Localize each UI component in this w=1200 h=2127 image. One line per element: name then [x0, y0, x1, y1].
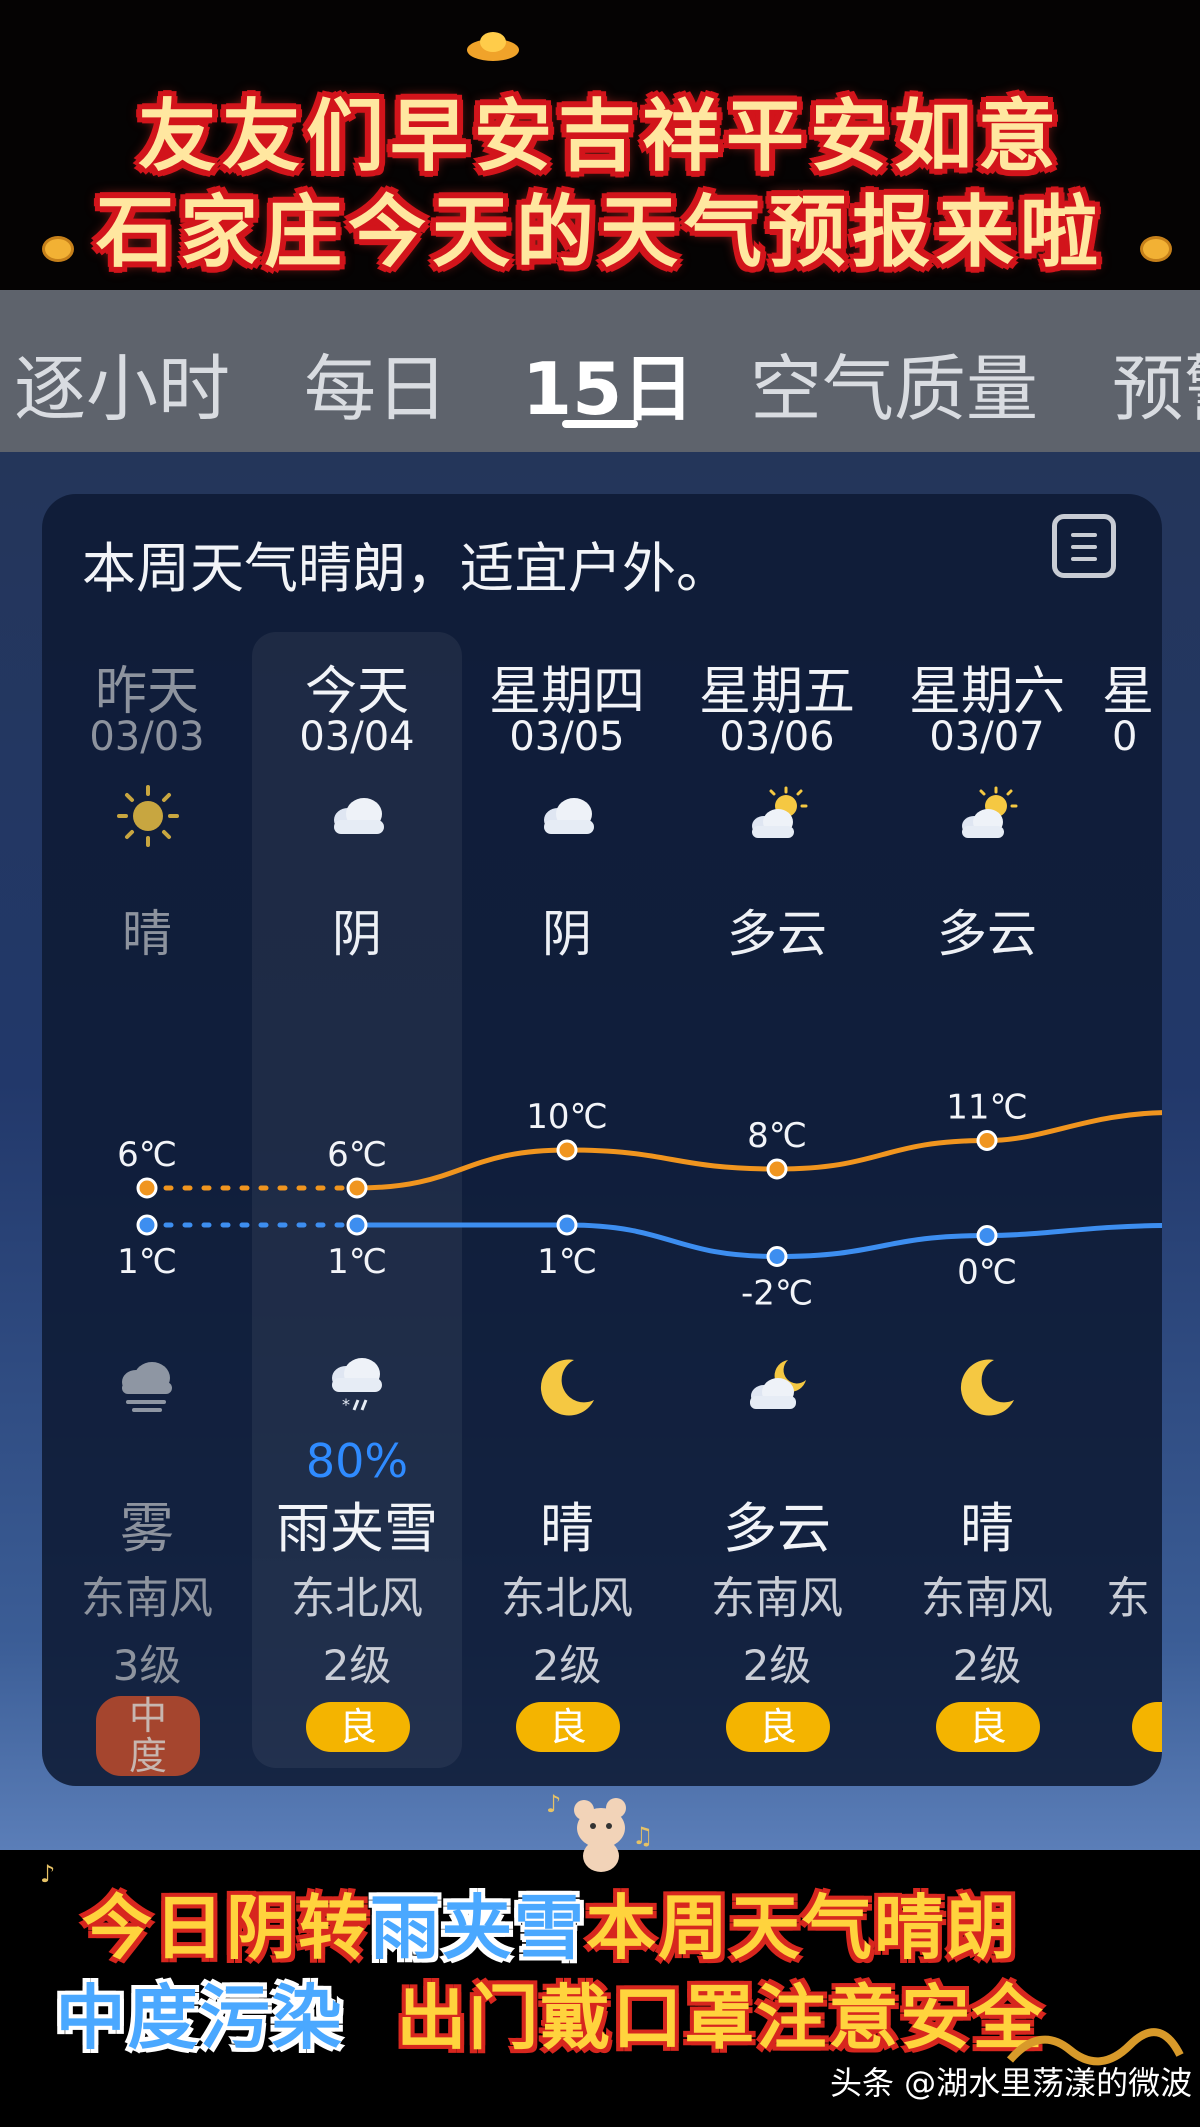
active-tab-indicator	[562, 420, 638, 428]
high-temp-label: 6℃	[327, 1135, 387, 1175]
caption-sleet: 雨夹雪	[370, 1887, 586, 1969]
high-temp-point	[136, 1177, 158, 1199]
banner-forecast-title: 石家庄今天的天气预报来啦	[95, 188, 1104, 278]
high-temp-point	[976, 1130, 998, 1151]
coin-icon	[42, 236, 74, 262]
low-temp-point	[556, 1214, 578, 1236]
forecast-tabs: 逐小时 每日 15日 空气质量 预警	[0, 290, 1200, 452]
high-temp-point	[346, 1177, 368, 1199]
low-temp-label: 1℃	[327, 1242, 387, 1282]
tab-daily[interactable]: 每日	[304, 330, 448, 435]
tab-hourly[interactable]: 逐小时	[14, 330, 230, 435]
tab-alerts[interactable]: 预警	[1112, 330, 1200, 435]
high-temp-label: 10℃	[526, 1097, 607, 1137]
gold-ingot-icon	[467, 32, 519, 61]
tab-air-quality[interactable]: 空气质量	[750, 330, 1038, 435]
coin-icon	[1140, 236, 1172, 262]
caption-mask-advice: 出门戴口罩注意安全	[396, 1977, 1045, 2059]
high-temp-point	[766, 1158, 788, 1180]
bottom-caption-line1: 今日阴转雨夹雪本周天气晴朗	[0, 1872, 1100, 1973]
top-banner: 友友们早安吉祥平安如意 石家庄今天的天气预报来啦	[0, 0, 1200, 290]
bear-sticker-icon	[574, 1798, 626, 1872]
high-temp-label: 6℃	[117, 1135, 177, 1175]
forecast-card: 本周天气晴朗，适宜户外。 昨天 03/03 晴 雾 东南风 3级 中度 今天 0…	[42, 494, 1162, 1786]
low-temp-line	[356, 1222, 1162, 1260]
watermark: 头条 @湖水里荡漾的微波	[830, 2064, 1193, 2102]
low-temp-point	[976, 1225, 998, 1246]
low-temp-label: 0℃	[957, 1253, 1017, 1293]
high-temp-label: 11℃	[946, 1088, 1027, 1128]
high-temp-point	[556, 1139, 578, 1161]
temperature-chart: 6℃ 1℃ 6℃ 1℃ 10℃ 1℃ 8℃ -2℃ 11℃ 0℃	[117, 1088, 1162, 1314]
low-temp-point	[766, 1246, 788, 1267]
high-temp-label: 8℃	[747, 1116, 807, 1156]
caption-week: 本周天气晴朗	[586, 1887, 1018, 1969]
music-note-icon: ♫	[632, 1822, 654, 1850]
caption-pollution: 中度污染	[55, 1977, 344, 2059]
caption-today: 今日阴转	[82, 1887, 370, 1969]
low-temp-label: 1℃	[537, 1242, 597, 1282]
low-temp-label: 1℃	[117, 1242, 177, 1282]
low-temp-point	[346, 1214, 368, 1236]
music-note-icon: ♪	[546, 1790, 562, 1818]
low-temp-label: -2℃	[741, 1274, 813, 1314]
bottom-caption-line2: 中度污染 出门戴口罩注意安全	[0, 1962, 1100, 2063]
low-temp-point	[136, 1214, 158, 1236]
